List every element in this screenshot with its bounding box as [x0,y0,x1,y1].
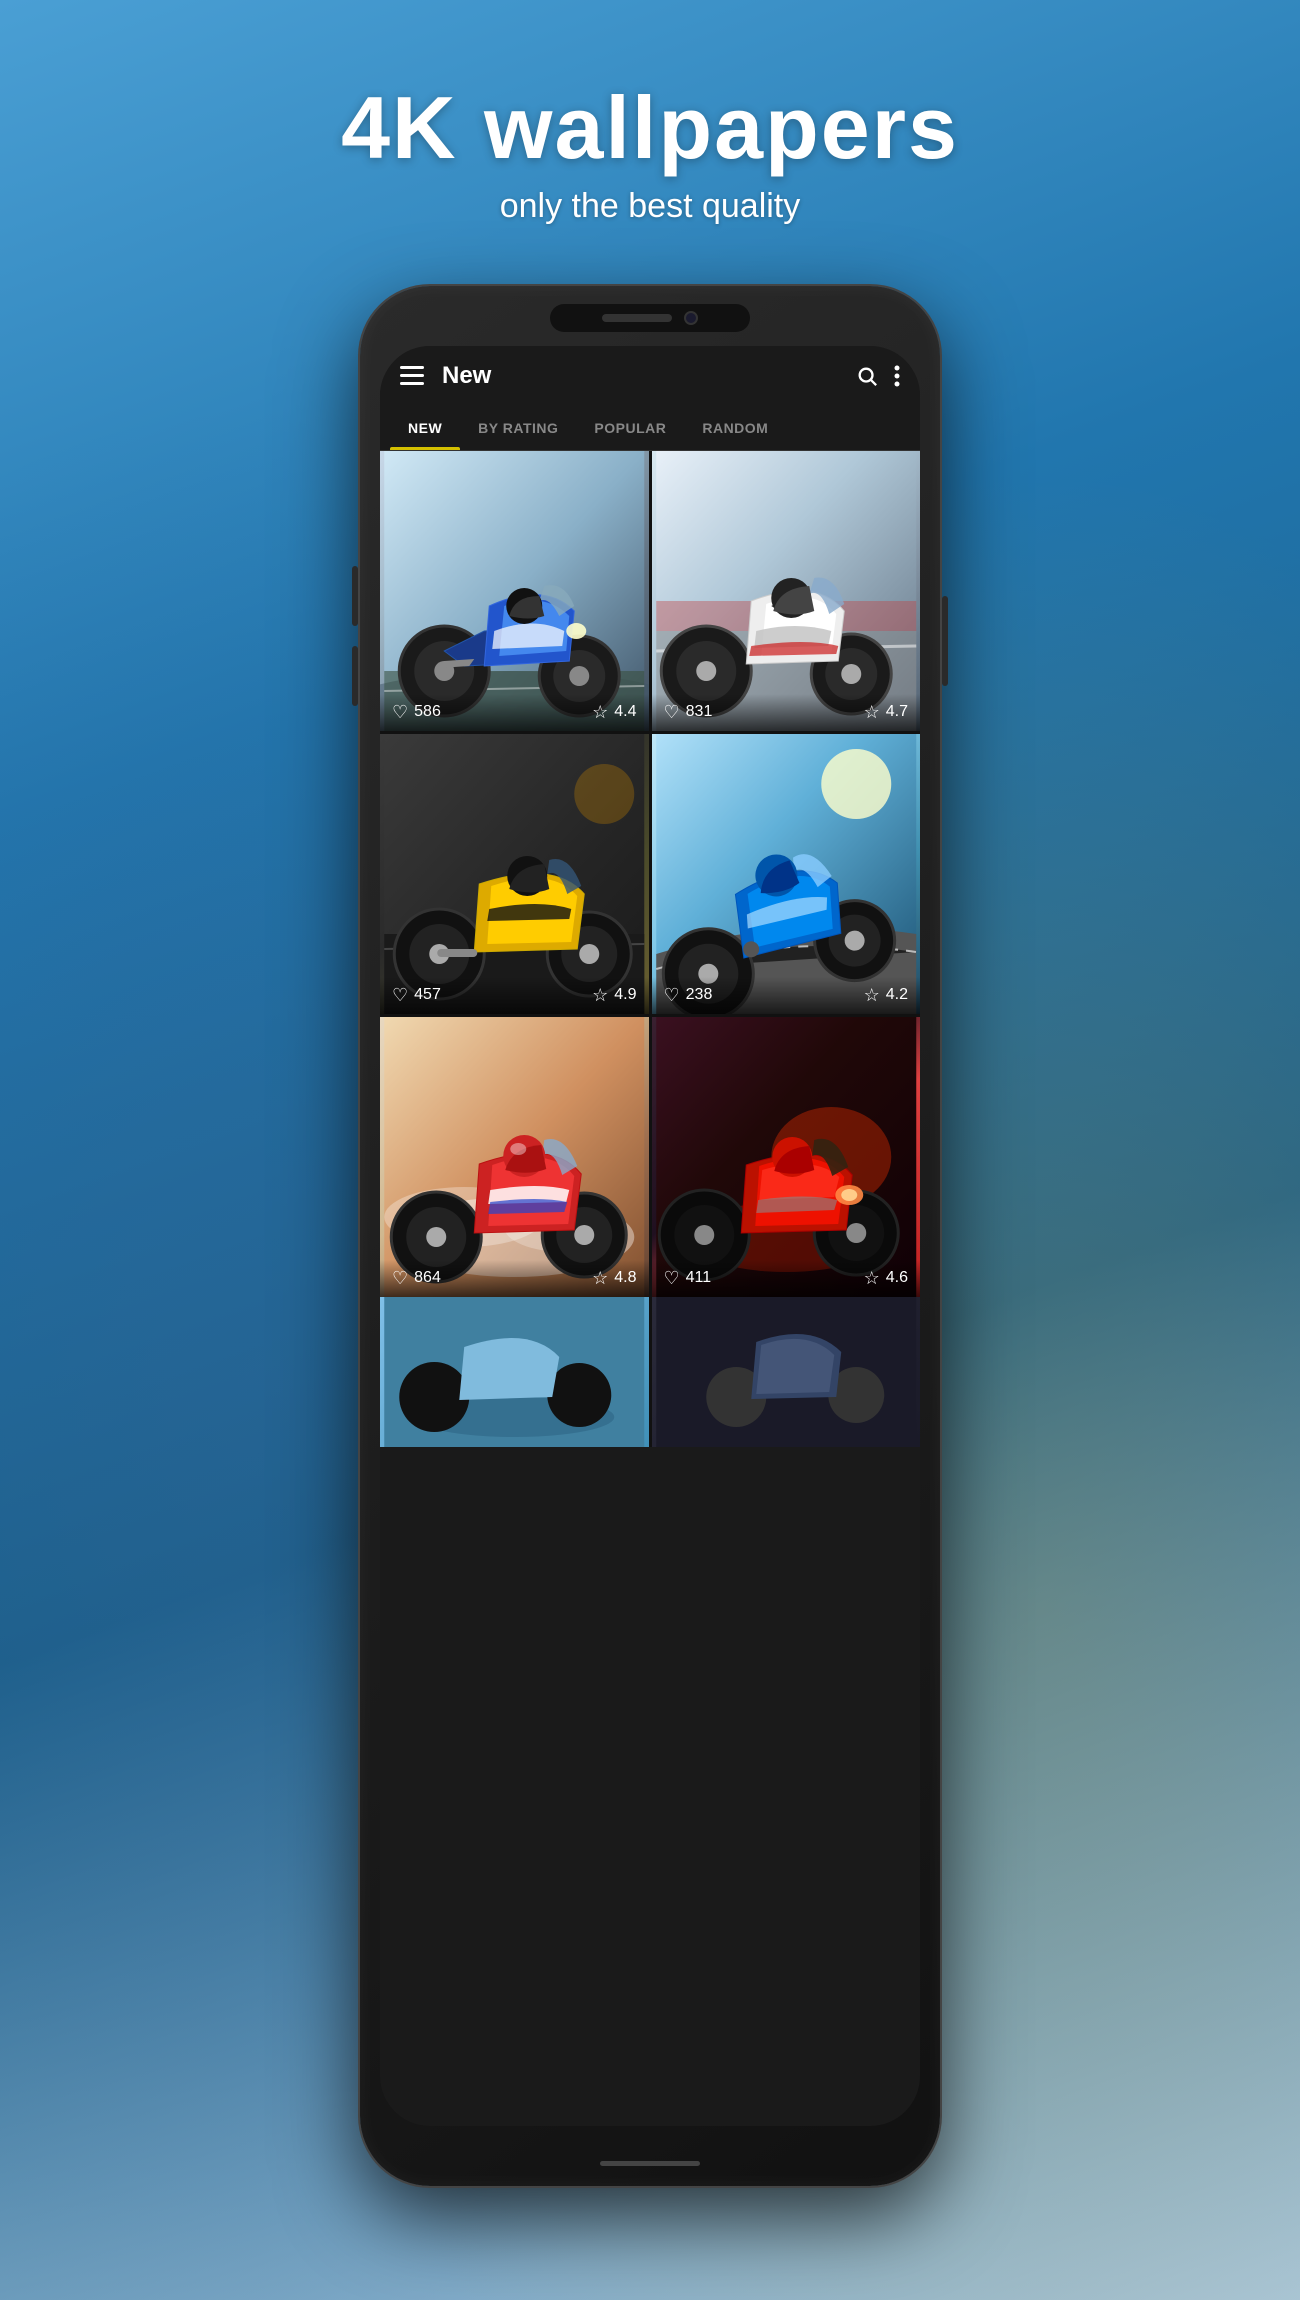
wallpaper-5-footer: ♡ 864 ☆ 4.8 [380,1260,649,1297]
rating-group-3: ☆ 4.9 [592,985,636,1006]
partial-item-1[interactable] [380,1297,649,1447]
partial-row [380,1297,920,1447]
rating-6: 4.6 [886,1269,908,1287]
rating-group-2: ☆ 4.7 [864,702,908,723]
moto-image-6 [652,1017,921,1297]
header-left: New [400,362,491,390]
hamburger-line-3 [400,382,424,385]
likes-group-1: ♡ 586 [392,702,441,723]
moto-image-4 [652,734,921,1014]
wallpaper-item-3[interactable]: ♡ 457 ☆ 4.9 [380,734,649,1014]
header-section: 4K wallpapers only the best quality [341,80,959,226]
rating-group-5: ☆ 4.8 [592,1268,636,1289]
rating-5: 4.8 [614,1269,636,1287]
header-right [856,365,900,387]
search-button[interactable] [856,365,878,387]
app-title: New [442,362,491,390]
likes-group-4: ♡ 238 [664,985,713,1006]
likes-count-4: 238 [686,986,713,1004]
wallpaper-item-1[interactable]: ♡ 586 ☆ 4.4 [380,451,649,731]
likes-group-5: ♡ 864 [392,1268,441,1289]
wallpaper-item-5[interactable]: ♡ 864 ☆ 4.8 [380,1017,649,1297]
front-camera [684,311,698,325]
wallpaper-item-4[interactable]: ♡ 238 ☆ 4.2 [652,734,921,1014]
star-icon-5: ☆ [592,1268,608,1289]
phone-notch [550,304,750,332]
heart-icon-4: ♡ [664,985,680,1006]
star-icon-1: ☆ [592,702,608,723]
rating-3: 4.9 [614,986,636,1004]
partial-moto-1 [380,1297,649,1447]
likes-count-6: 411 [686,1269,712,1287]
main-subtitle: only the best quality [341,187,959,226]
power-button [942,596,948,686]
star-icon-6: ☆ [864,1268,880,1289]
tab-by-rating[interactable]: BY RATING [460,406,576,450]
tab-random[interactable]: RANDOM [684,406,786,450]
star-icon-3: ☆ [592,985,608,1006]
likes-count-1: 586 [414,703,441,721]
wallpaper-1-footer: ♡ 586 ☆ 4.4 [380,694,649,731]
phone-mockup: New [360,286,940,2186]
hamburger-line-2 [400,374,424,377]
heart-icon-5: ♡ [392,1268,408,1289]
wallpaper-2-footer: ♡ 831 ☆ 4.7 [652,694,921,731]
rating-4: 4.2 [886,986,908,1004]
heart-icon-6: ♡ [664,1268,680,1289]
rating-group-1: ☆ 4.4 [592,702,636,723]
star-icon-2: ☆ [864,702,880,723]
tab-popular[interactable]: POPULAR [576,406,684,450]
rating-1: 4.4 [614,703,636,721]
hamburger-line-1 [400,366,424,369]
wallpaper-3-footer: ♡ 457 ☆ 4.9 [380,977,649,1014]
likes-count-5: 864 [414,1269,441,1287]
partial-moto-2 [652,1297,921,1447]
home-indicator [600,2161,700,2166]
volume-up-button [352,566,358,626]
menu-button[interactable] [400,366,424,385]
tab-bar: NEW BY RATING POPULAR RANDOM [380,406,920,451]
more-options-button[interactable] [894,365,900,387]
moto-image-1 [380,451,649,731]
heart-icon-1: ♡ [392,702,408,723]
likes-group-6: ♡ 411 [664,1268,712,1289]
star-icon-4: ☆ [864,985,880,1006]
wallpaper-6-footer: ♡ 411 ☆ 4.6 [652,1260,921,1297]
rating-2: 4.7 [886,703,908,721]
wallpaper-4-footer: ♡ 238 ☆ 4.2 [652,977,921,1014]
volume-down-button [352,646,358,706]
likes-group-2: ♡ 831 [664,702,713,723]
likes-count-3: 457 [414,986,441,1004]
partial-item-2[interactable] [652,1297,921,1447]
app-header: New [380,346,920,406]
likes-group-3: ♡ 457 [392,985,441,1006]
rating-group-6: ☆ 4.6 [864,1268,908,1289]
phone-screen: New [380,346,920,2126]
moto-image-3 [380,734,649,1014]
wallpaper-grid: ♡ 586 ☆ 4.4 [380,451,920,1297]
tab-new[interactable]: NEW [390,406,460,450]
likes-count-2: 831 [686,703,713,721]
wallpaper-item-2[interactable]: ♡ 831 ☆ 4.7 [652,451,921,731]
rating-group-4: ☆ 4.2 [864,985,908,1006]
heart-icon-3: ♡ [392,985,408,1006]
phone-speaker [602,314,672,322]
moto-image-5 [380,1017,649,1297]
main-title: 4K wallpapers [341,80,959,177]
moto-image-2 [652,451,921,731]
heart-icon-2: ♡ [664,702,680,723]
wallpaper-item-6[interactable]: ♡ 411 ☆ 4.6 [652,1017,921,1297]
